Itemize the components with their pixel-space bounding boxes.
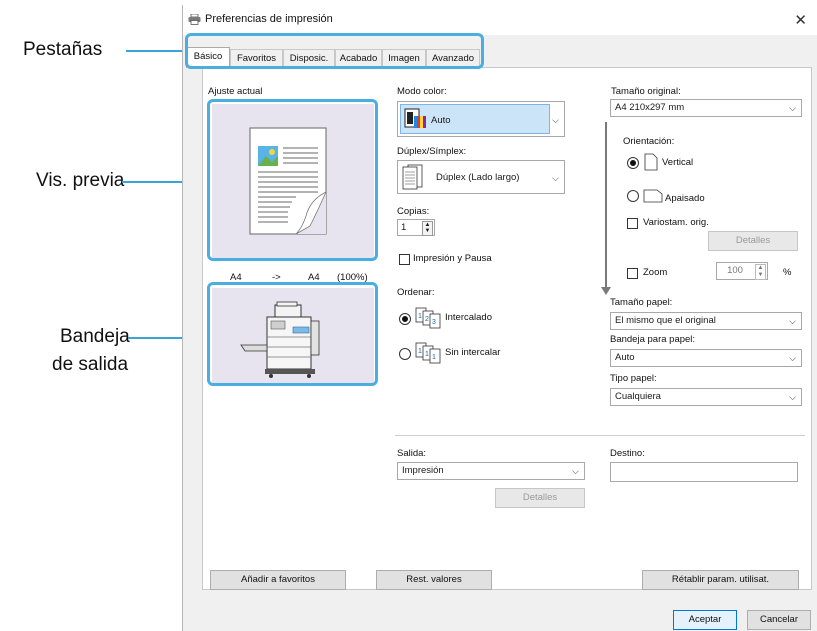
collated-label: Intercalado [445, 312, 493, 323]
paper-type-label: Tipo papel: [610, 373, 657, 384]
printer-icon [188, 14, 201, 25]
copies-label: Copias: [397, 206, 430, 217]
portrait-radio[interactable] [627, 157, 639, 169]
uncollated-radio[interactable] [399, 348, 411, 360]
chevron-down-icon: ⌵ [789, 353, 796, 363]
original-size-label: Tamaño original: [611, 86, 681, 97]
original-to-paper-arrow-line [605, 122, 607, 289]
close-button[interactable]: ✕ [794, 11, 807, 29]
paper-tray-label: Bandeja para papel: [610, 334, 696, 345]
svg-text:1: 1 [418, 348, 422, 355]
zoom-label: Zoom [643, 267, 668, 278]
output-select[interactable]: Impresión ⌵ [397, 462, 585, 480]
orientation-label: Orientación: [623, 136, 675, 147]
uncollated-icon: 1 1 1 [415, 342, 441, 364]
svg-text:2: 2 [425, 316, 429, 323]
landscape-radio[interactable] [627, 190, 639, 202]
zoom-checkbox[interactable] [627, 268, 638, 279]
color-mode-value: Auto [431, 115, 451, 126]
print-pause-label: Impresión y Pausa [413, 253, 492, 264]
mixed-sizes-label: Variostam. orig. [643, 217, 709, 228]
svg-text:1: 1 [418, 313, 422, 320]
portrait-label: Vertical [662, 157, 694, 168]
tabs-highlight-frame [185, 33, 484, 69]
chevron-down-icon: ⌵ [789, 103, 796, 113]
callout-preview-label: Vis. previa [36, 170, 125, 191]
copies-value: 1 [401, 222, 407, 233]
sort-label: Ordenar: [397, 287, 435, 298]
output-value: Impresión [402, 465, 444, 476]
paper-size-label: Tamaño papel: [610, 297, 673, 308]
ok-button[interactable]: Aceptar [673, 610, 737, 630]
original-size-value: A4 210x297 mm [615, 102, 685, 113]
zoom-spinner[interactable]: 100 ▲ ▼ [716, 262, 768, 280]
print-pause-checkbox[interactable] [399, 254, 410, 265]
add-to-favorites-button[interactable]: Añadir a favoritos [210, 570, 346, 590]
duplex-select[interactable]: Dúplex (Lado largo) ⌵ [397, 160, 565, 194]
svg-text:1: 1 [425, 351, 429, 358]
collated-icon: 1 2 3 [415, 307, 441, 329]
duplex-value: Dúplex (Lado largo) [436, 172, 520, 183]
output-tray-highlight-frame [207, 282, 378, 386]
paper-tray-select[interactable]: Auto ⌵ [610, 349, 802, 367]
callout-tray-label-1: Bandeja [60, 326, 130, 347]
mixed-sizes-checkbox[interactable] [627, 218, 638, 229]
color-mode-highlight: Auto [400, 104, 550, 134]
down-arrow-icon [601, 287, 611, 295]
chevron-down-icon: ⌵ [789, 392, 796, 402]
original-size-select[interactable]: A4 210x297 mm ⌵ [610, 99, 802, 117]
paper-type-select[interactable]: Cualquiera ⌵ [610, 388, 802, 406]
window-title: Preferencias de impresión [205, 13, 333, 25]
paper-size-select[interactable]: El mismo que el original ⌵ [610, 312, 802, 330]
callout-tray-label-2: de salida [52, 354, 129, 375]
cancel-button[interactable]: Cancelar [747, 610, 811, 630]
paper-tray-value: Auto [615, 352, 635, 363]
color-mode-select[interactable]: Auto ⌵ [397, 101, 565, 137]
chevron-down-icon: ⌵ [552, 173, 559, 183]
landscape-icon [643, 189, 663, 203]
zoom-unit: % [783, 267, 792, 278]
svg-text:3: 3 [432, 319, 436, 326]
current-setting-label: Ajuste actual [208, 86, 263, 97]
uncollated-label: Sin intercalar [445, 347, 501, 358]
zoom-value: 100 [727, 265, 743, 276]
duplex-icon [402, 164, 423, 190]
callout-tabs-label: Pestañas [23, 39, 103, 60]
paper-size-value: El mismo que el original [615, 315, 716, 326]
preview-highlight-frame [207, 99, 378, 261]
copies-stepper-arrows-icon[interactable]: ▲ ▼ [422, 221, 433, 236]
portrait-icon [644, 153, 658, 171]
title-bar: Preferencias de impresión ✕ [183, 5, 817, 35]
chevron-down-icon: ⌵ [789, 316, 796, 326]
section-divider [395, 435, 805, 436]
chevron-down-icon: ⌵ [552, 115, 559, 125]
zoom-stepper-arrows-icon[interactable]: ▲ ▼ [755, 264, 766, 280]
color-mode-icon [404, 108, 426, 128]
copies-spinner[interactable]: 1 ▲ ▼ [397, 219, 435, 236]
callout-tabs-leader [126, 50, 188, 52]
svg-text:1: 1 [432, 354, 436, 361]
output-label: Salida: [397, 448, 427, 459]
chevron-down-icon: ⌵ [572, 466, 579, 476]
destination-input[interactable] [610, 462, 798, 482]
duplex-label: Dúplex/Símplex: [397, 146, 467, 157]
output-details-button[interactable]: Detalles [495, 488, 585, 508]
destination-label: Destino: [610, 448, 645, 459]
paper-type-value: Cualquiera [615, 391, 661, 402]
color-mode-label: Modo color: [397, 86, 447, 97]
reset-values-button[interactable]: Rest. valores [376, 570, 492, 590]
collated-radio[interactable] [399, 313, 411, 325]
restore-user-settings-button[interactable]: Rétablir param. utilisat. [642, 570, 799, 590]
landscape-label: Apaisado [665, 193, 705, 204]
original-details-button[interactable]: Detalles [708, 231, 798, 251]
